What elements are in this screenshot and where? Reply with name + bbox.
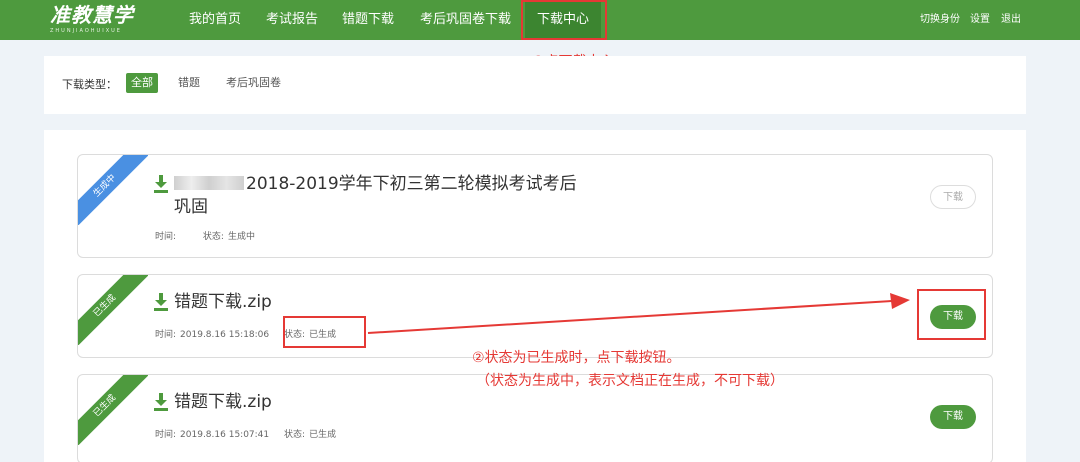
highlight-box-status xyxy=(283,316,366,348)
status-value: 生成中 xyxy=(227,232,255,242)
annotation-step2-line1: ②状态为已生成时，点下载按钮。 xyxy=(472,350,681,366)
download-button[interactable]: 下载 xyxy=(930,405,976,429)
filter-label: 下载类型： xyxy=(62,78,117,91)
file-title: 错题下载.zip xyxy=(174,392,272,412)
brand-logo[interactable]: 准教慧学 ZHUNJIAOHUIXUE xyxy=(50,4,134,34)
time-label: 时间: xyxy=(155,430,177,440)
logo-subtext: ZHUNJIAOHUIXUE xyxy=(50,28,122,34)
download-item: 生成中 2018-2019学年下初三第二轮模拟考试考后 巩固 时间: 状态: 生成… xyxy=(77,154,993,258)
file-title: 2018-2019学年下初三第二轮模拟考试考后 巩固 xyxy=(174,173,577,219)
status-label: 状态: xyxy=(284,430,306,440)
highlight-box-download-button xyxy=(917,289,986,340)
status-value: 已生成 xyxy=(309,430,337,440)
status-ribbon-label: 已生成 xyxy=(78,275,148,345)
download-icon xyxy=(154,393,168,411)
filter-option-wrong-questions[interactable]: 错题 xyxy=(173,73,205,93)
status-ribbon: 已生成 xyxy=(78,375,148,445)
settings-link[interactable]: 设置 xyxy=(970,0,990,40)
nav-wrong-questions-download[interactable]: 错题下载 xyxy=(342,0,394,40)
file-meta: 时间: 2019.8.16 15:07:41 状态: 已生成 xyxy=(155,427,348,440)
file-title-line1: 2018-2019学年下初三第二轮模拟考试考后 xyxy=(246,174,577,194)
download-icon xyxy=(154,175,168,193)
time-label: 时间: xyxy=(155,330,177,340)
download-type-filter: 下载类型： 全部 错题 考后巩固卷 xyxy=(44,56,1026,114)
logout-link[interactable]: 退出 xyxy=(1001,0,1021,40)
download-item: 已生成 错题下载.zip 时间: 2019.8.16 15:18:06 状态: 已生… xyxy=(77,274,993,358)
status-ribbon: 已生成 xyxy=(78,275,148,345)
file-title: 错题下载.zip xyxy=(174,292,272,312)
switch-identity-link[interactable]: 切换身份 xyxy=(920,0,960,40)
download-icon xyxy=(154,293,168,311)
time-label: 时间: xyxy=(155,232,177,242)
time-value: 2019.8.16 15:18:06 xyxy=(180,330,270,340)
download-button-disabled[interactable]: 下载 xyxy=(930,185,976,209)
highlight-box-download-center xyxy=(521,0,607,40)
download-list: 生成中 2018-2019学年下初三第二轮模拟考试考后 巩固 时间: 状态: 生成… xyxy=(44,130,1026,462)
filter-option-post-exam-review[interactable]: 考后巩固卷 xyxy=(221,73,286,93)
nav-exam-report[interactable]: 考试报告 xyxy=(266,0,318,40)
status-ribbon-label: 生成中 xyxy=(78,155,148,225)
status-label: 状态: xyxy=(202,232,224,242)
filter-option-all[interactable]: 全部 xyxy=(126,73,158,93)
annotation-step2-line2: （状态为生成中，表示文档正在生成，不可下载） xyxy=(476,373,784,389)
nav-home[interactable]: 我的首页 xyxy=(189,0,241,40)
time-value: 2019.8.16 15:07:41 xyxy=(180,430,270,440)
status-ribbon: 生成中 xyxy=(78,155,148,225)
status-ribbon-label: 已生成 xyxy=(78,375,148,445)
logo-text: 准教慧学 xyxy=(50,3,134,27)
file-title-line2: 巩固 xyxy=(174,197,208,217)
file-meta: 时间: 状态: 生成中 xyxy=(155,229,267,242)
redacted-school-name xyxy=(174,176,244,190)
nav-post-exam-review-download[interactable]: 考后巩固卷下载 xyxy=(420,0,511,40)
